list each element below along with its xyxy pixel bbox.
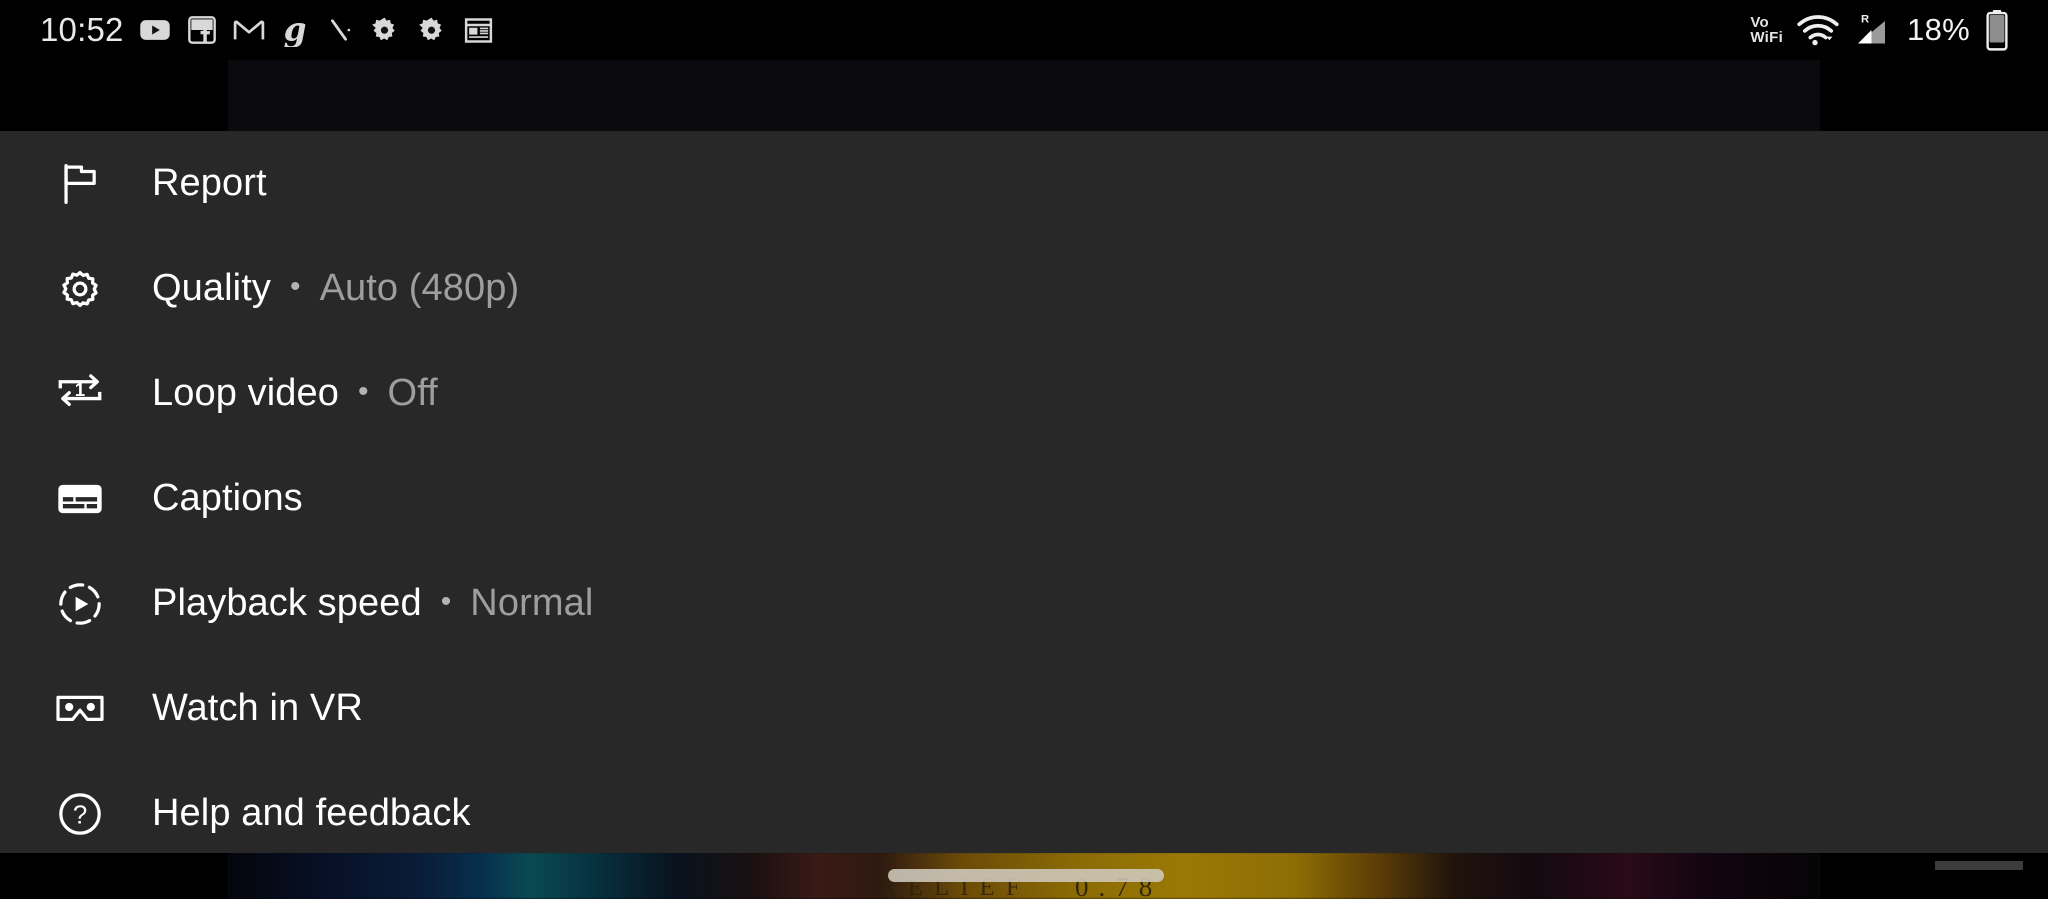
backslash-icon — [324, 13, 354, 47]
gear-icon — [35, 263, 125, 315]
menu-item-quality[interactable]: Quality • Auto (480p) — [0, 236, 2048, 341]
seek-handle[interactable] — [888, 869, 1164, 882]
vowifi-indicator: Vo WiFi — [1750, 15, 1783, 45]
cellular-signal-icon: R — [1853, 12, 1893, 48]
battery-percent: 18% — [1907, 12, 1970, 47]
menu-item-quality-text: Quality • Auto (480p) — [152, 267, 519, 310]
svg-text:1: 1 — [75, 379, 85, 400]
gear-icon-2 — [415, 14, 448, 47]
menu-item-help-and-feedback-text: Help and feedback • — [152, 792, 471, 835]
menu-item-label: Help and feedback — [152, 792, 471, 834]
gear-icon-1 — [368, 14, 401, 47]
groundspeak-g-icon: g — [280, 13, 310, 47]
vr-goggles-icon — [35, 683, 125, 735]
vowifi-line2: WiFi — [1750, 29, 1784, 46]
menu-item-label: Loop video — [152, 372, 339, 414]
menu-item-loop-video-text: Loop video • Off — [152, 372, 438, 415]
menu-item-separator: • — [289, 270, 301, 303]
help-circle-icon: ? — [35, 789, 125, 839]
status-bar-right: Vo WiFi R 18% — [1750, 9, 2024, 51]
battery-icon — [1984, 9, 2010, 51]
roaming-badge: R — [1861, 14, 1869, 26]
svg-text:?: ? — [73, 801, 87, 829]
menu-item-captions-text: Captions • — [152, 477, 303, 520]
menu-item-label: Playback speed — [152, 582, 422, 624]
playback-speed-icon — [35, 579, 125, 629]
gmail-icon — [232, 13, 266, 47]
menu-item-value: Auto (480p) — [319, 267, 520, 309]
menu-item-label: Quality — [152, 267, 271, 309]
menu-item-loop-video[interactable]: 1 Loop video • Off — [0, 341, 2048, 446]
news-calendar-icon — [462, 14, 495, 47]
menu-item-value: Normal — [470, 582, 594, 624]
youtube-icon — [138, 13, 172, 47]
status-bar-left: 10:52 g — [40, 11, 495, 49]
svg-text:g: g — [283, 13, 306, 47]
menu-item-label: Captions — [152, 477, 303, 519]
menu-item-report[interactable]: Report • — [0, 131, 2048, 236]
captions-icon — [35, 474, 125, 524]
menu-item-watch-in-vr-text: Watch in VR • — [152, 687, 363, 730]
menu-item-label: Report — [152, 162, 267, 204]
screen-root: RELIEF 0.78 10:52 g Vo WiFi R 18% Report… — [0, 0, 2048, 899]
menu-item-label: Watch in VR — [152, 687, 363, 729]
flag-icon — [35, 159, 125, 209]
status-bar: 10:52 g Vo WiFi R 18% — [0, 0, 2048, 60]
repeat-one-icon: 1 — [35, 367, 125, 421]
facebook-icon — [186, 14, 218, 46]
menu-item-help-and-feedback[interactable]: ? Help and feedback • — [0, 761, 2048, 866]
menu-item-separator: • — [440, 585, 452, 618]
menu-item-separator: • — [357, 375, 369, 408]
menu-item-value: Off — [387, 372, 438, 414]
status-clock: 10:52 — [40, 11, 124, 48]
menu-item-report-text: Report • — [152, 162, 267, 205]
menu-item-captions[interactable]: Captions • — [0, 446, 2048, 551]
menu-item-playback-speed[interactable]: Playback speed • Normal — [0, 551, 2048, 656]
menu-item-watch-in-vr[interactable]: Watch in VR • — [0, 656, 2048, 761]
menu-item-playback-speed-text: Playback speed • Normal — [152, 582, 593, 625]
wifi-icon — [1797, 13, 1839, 47]
video-options-sheet: Report • Quality • Auto (480p) — [0, 131, 2048, 853]
